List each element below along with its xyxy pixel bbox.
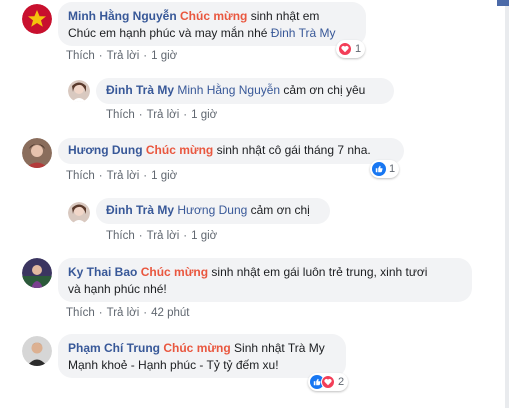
reaction-summary[interactable]: 1 [370, 160, 400, 178]
comment-bubble: Đinh Trà My Minh Hằng Nguyễn cảm ơn chị … [96, 78, 394, 104]
like-link[interactable]: Thích [66, 307, 95, 319]
mention-link[interactable]: Đinh Trà My [271, 26, 336, 40]
like-link[interactable]: Thích [66, 170, 95, 182]
comment-actions: Thích · Trả lời · 1 giờ [66, 170, 178, 182]
reaction-count: 2 [338, 376, 345, 388]
comment-bubble: Phạm Chí Trung Chúc mừng Sinh nhật Trà M… [58, 334, 346, 378]
reaction-summary[interactable]: 1 [336, 40, 366, 58]
reply-link[interactable]: Trả lời [147, 230, 180, 242]
window-edge [497, 0, 509, 6]
comment-bubble: Đinh Trà My Hương Dung cảm ơn chị [96, 198, 330, 224]
reply-link[interactable]: Trả lời [147, 109, 180, 121]
avatar[interactable] [68, 80, 90, 102]
avatar[interactable] [68, 202, 90, 224]
comment-author[interactable]: Phạm Chí Trung [68, 341, 160, 355]
reaction-count: 1 [355, 43, 362, 55]
avatar[interactable] [22, 4, 52, 34]
reply-link[interactable]: Trả lời [107, 50, 140, 62]
comment-text: cảm ơn chị yêu [280, 83, 366, 97]
comment-actions: Thích · Trả lời · 1 giờ [106, 109, 218, 121]
comment-actions: Thích · Trả lời · 1 giờ [66, 50, 178, 62]
avatar[interactable] [22, 138, 52, 168]
like-icon [372, 162, 386, 176]
love-icon [338, 42, 352, 56]
love-icon [321, 375, 335, 389]
scrollbar-track[interactable] [505, 0, 509, 408]
reaction-count: 1 [389, 163, 396, 175]
timestamp[interactable]: 42 phút [151, 307, 189, 319]
highlight-text: Chúc mừng [180, 9, 248, 23]
comment-text: cảm ơn chị [247, 203, 310, 217]
comment-author[interactable]: Đinh Trà My [106, 83, 174, 97]
comment-text: sinh nhật cô gái tháng 7 nha. [213, 143, 371, 157]
like-link[interactable]: Thích [66, 50, 95, 62]
avatar[interactable] [22, 336, 52, 366]
comment-text: Mạnh khoẻ - Hạnh phúc - Tỷ tỷ đếm xu! [68, 358, 279, 372]
comment-bubble: Hương Dung Chúc mừng sinh nhật cô gái th… [58, 138, 404, 164]
comment-author[interactable]: Đinh Trà My [106, 203, 174, 217]
comment-bubble: Ky Thai Bao Chúc mừng sinh nhật em gái l… [58, 258, 472, 302]
timestamp[interactable]: 1 giờ [151, 170, 177, 182]
timestamp[interactable]: 1 giờ [191, 109, 217, 121]
comment-text: Chúc em hạnh phúc và may mắn nhé [68, 26, 271, 40]
reply-link[interactable]: Trả lời [107, 170, 140, 182]
mention-link[interactable]: Hương Dung [177, 203, 247, 217]
comment-text: và hạnh phúc nhé! [68, 282, 167, 296]
reaction-summary[interactable]: 2 [308, 373, 349, 391]
comment-thread: Minh Hằng Nguyễn Chúc mừng sinh nhật em … [0, 0, 509, 408]
avatar[interactable] [22, 258, 52, 288]
comment-actions: Thích · Trả lời · 1 giờ [106, 230, 218, 242]
reply-link[interactable]: Trả lời [107, 307, 140, 319]
comment-author[interactable]: Hương Dung [68, 143, 143, 157]
highlight-text: Chúc mừng [140, 265, 209, 279]
mention-link[interactable]: Minh Hằng Nguyễn [177, 83, 280, 97]
comment-author[interactable]: Ky Thai Bao [68, 265, 137, 279]
highlight-text: Chúc mừng [145, 143, 214, 157]
comment-bubble: Minh Hằng Nguyễn Chúc mừng sinh nhật em … [58, 2, 366, 46]
comment-text: sinh nhật em [247, 9, 320, 23]
comment-actions: Thích · Trả lời · 42 phút [66, 307, 190, 319]
timestamp[interactable]: 1 giờ [151, 50, 177, 62]
like-link[interactable]: Thích [106, 109, 135, 121]
comment-text: sinh nhật em gái luôn trẻ trung, xinh tư… [208, 265, 428, 279]
timestamp[interactable]: 1 giờ [191, 230, 217, 242]
comment-author[interactable]: Minh Hằng Nguyễn [68, 9, 177, 23]
like-link[interactable]: Thích [106, 230, 135, 242]
highlight-text: Chúc mừng [163, 341, 231, 355]
comment-text: Sinh nhật Trà My [230, 341, 325, 355]
